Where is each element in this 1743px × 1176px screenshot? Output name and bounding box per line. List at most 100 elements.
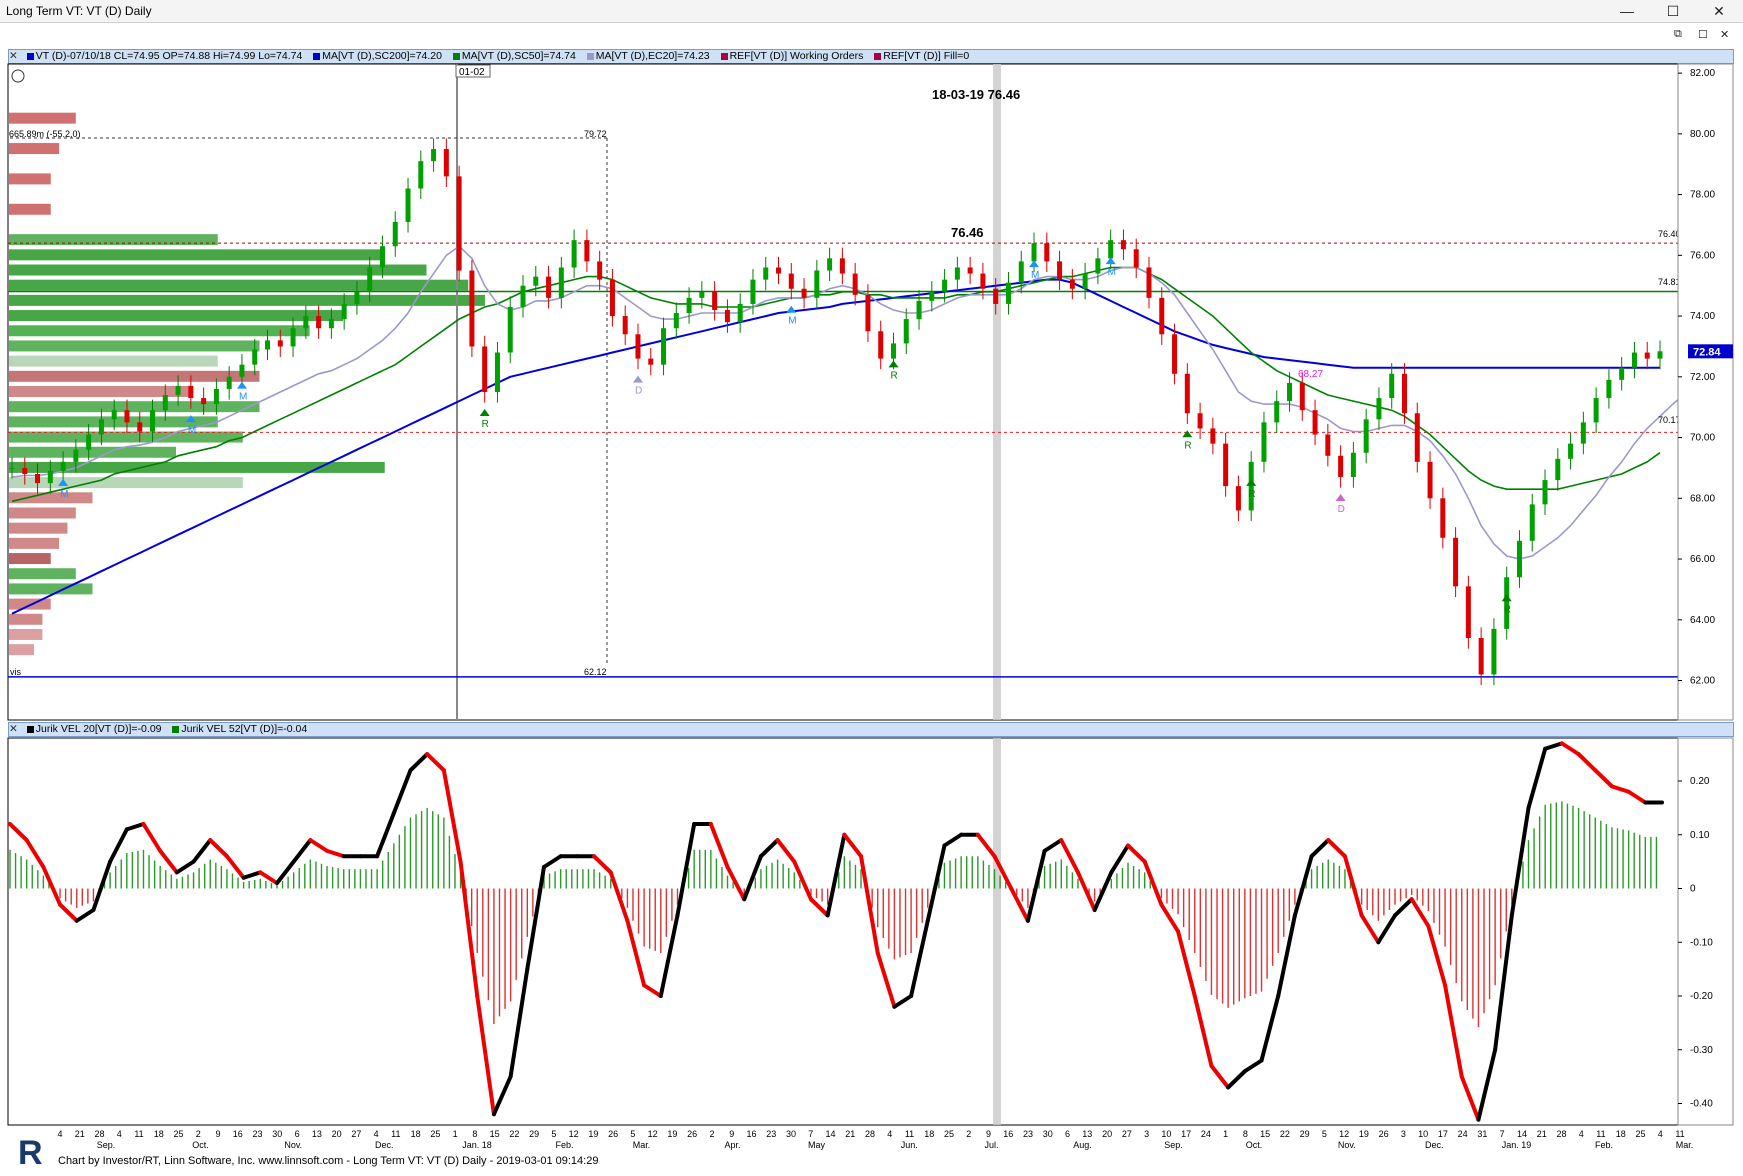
- price-tick-label: 70.00: [1690, 433, 1715, 444]
- vel20-segment: [1609, 784, 1631, 794]
- candle-body: [1018, 261, 1024, 283]
- candle-body: [763, 267, 769, 280]
- candle-body: [852, 273, 858, 295]
- minimize-button[interactable]: —: [1604, 0, 1650, 22]
- volume-profile-bar: [9, 568, 76, 580]
- signal-arrow-icon: [1335, 494, 1346, 502]
- x-day-label: 23: [766, 1129, 776, 1139]
- volume-profile-bar: [9, 143, 60, 155]
- candle-body: [494, 352, 500, 392]
- x-day-label: 14: [1517, 1129, 1527, 1139]
- x-day-label: 15: [1260, 1129, 1270, 1139]
- x-month-label: Feb.: [1595, 1140, 1613, 1150]
- vel20-segment: [859, 854, 880, 955]
- x-day-label: 4: [57, 1129, 62, 1139]
- range-low-label: 62.12: [584, 667, 607, 677]
- legend-item[interactable]: VT (D)-07/10/18 CL=74.95 OP=74.88 Hi=74.…: [26, 50, 307, 62]
- signal-label: R: [1248, 489, 1255, 500]
- indicator-tick-label: 0: [1690, 884, 1696, 895]
- candle-body: [622, 316, 628, 335]
- close-button[interactable]: ✕: [1696, 0, 1742, 22]
- vel20-segment: [41, 865, 63, 907]
- signal-arrow-icon: [786, 305, 797, 313]
- candle-body: [1350, 452, 1356, 478]
- candle-body: [1235, 486, 1241, 511]
- candle-body: [443, 149, 449, 177]
- legend-item[interactable]: REF[VT (D)] Working Orders: [720, 50, 868, 62]
- volume-profile-bar: [9, 461, 385, 473]
- indicator-pane[interactable]: [7, 737, 1679, 1126]
- legend-item[interactable]: MA[VT (D),SC200]=74.20: [313, 50, 446, 62]
- vel20-segment: [1226, 1069, 1247, 1090]
- candle-body: [328, 319, 334, 329]
- pane-tile-icon[interactable]: ⧉: [56, 702, 64, 715]
- x-month-label: Nov.: [1338, 1140, 1356, 1150]
- candle-body: [903, 319, 909, 344]
- x-day-label: 19: [1359, 1129, 1369, 1139]
- volume-profile-bar: [9, 431, 243, 443]
- x-day-label: 13: [312, 1129, 322, 1139]
- close-icon[interactable]: ✕: [9, 50, 18, 62]
- candle-body: [9, 467, 15, 469]
- candle-body: [1657, 351, 1663, 359]
- vel20-segment: [1493, 913, 1514, 1052]
- candle-body: [1095, 258, 1101, 274]
- candle-body: [635, 334, 641, 359]
- vel20-segment: [391, 768, 413, 816]
- volume-profile-bar: [9, 203, 51, 215]
- restore-icon[interactable]: ⧉: [1674, 28, 1682, 41]
- candle-body: [1593, 398, 1599, 423]
- candle-body: [213, 388, 219, 405]
- candle-body: [188, 385, 194, 399]
- vel20-segment: [158, 848, 179, 875]
- indicator-legend-bar: ✕ Jurik VEL 20[VT (D)]=-0.09 Jurik VEL 5…: [8, 722, 1734, 737]
- candle-body: [814, 270, 820, 298]
- candle-body: [1159, 297, 1165, 335]
- candle-body: [1619, 367, 1625, 380]
- legend-item[interactable]: Jurik VEL 52[VT (D)]=-0.04: [172, 723, 311, 735]
- signal-label: D: [635, 386, 642, 397]
- crosshair-tool-icon: [11, 69, 25, 83]
- candle-body: [418, 161, 424, 189]
- chart-svg[interactable]: MMMRDMRM MRRDR18-03-19 76.4676.4601-02665…: [0, 0, 1743, 1176]
- x-day-label: 27: [351, 1129, 361, 1139]
- candle-body: [47, 470, 53, 484]
- candle-body: [1044, 243, 1050, 262]
- vel20-segment: [274, 859, 296, 886]
- legend-item[interactable]: MA[VT (D),SC50]=74.74: [452, 50, 580, 62]
- indicator-tick-label: 0.10: [1690, 830, 1710, 841]
- candle-body: [699, 291, 705, 298]
- legend-item[interactable]: REF[VT (D)] Fill=0: [874, 50, 973, 62]
- signal-label: M: [239, 392, 247, 403]
- price-pane[interactable]: M M M R D M R M M R R D R 18-03-19 76.46 76.46 01-02 665…: [7, 63, 1687, 721]
- vel20-segment: [8, 822, 29, 843]
- legend-item[interactable]: MA[VT (D),EC20]=74.23: [586, 50, 714, 62]
- pane-minimize-icon[interactable]: —: [34, 702, 45, 714]
- vel20-segment: [792, 859, 813, 902]
- x-day-label: 11: [134, 1129, 143, 1139]
- x-day-label: 25: [430, 1129, 440, 1139]
- x-day-label: 5: [630, 1129, 635, 1139]
- highlight-band: [993, 738, 1001, 1125]
- signal-label: M: [1031, 270, 1039, 281]
- signal-arrow-icon: [479, 409, 490, 416]
- candle-body: [124, 410, 130, 423]
- inner-close-button[interactable]: ✕: [1720, 28, 1729, 41]
- inner-maximize-button[interactable]: ☐: [1698, 28, 1708, 41]
- legend-item[interactable]: Jurik VEL 20[VT (D)]=-0.09: [26, 723, 166, 735]
- pane-restore-icon[interactable]: ☐: [12, 702, 22, 715]
- footer-credit: Chart by Investor/RT, Linn Software, Inc…: [58, 1155, 599, 1167]
- vel20-segment: [1409, 897, 1431, 929]
- close-icon[interactable]: ✕: [9, 723, 18, 735]
- volume-profile-bar: [9, 477, 243, 489]
- x-day-label: 16: [1003, 1129, 1013, 1139]
- signal-arrow-icon: [236, 381, 247, 389]
- candle-body: [929, 291, 935, 301]
- maximize-button[interactable]: ☐: [1650, 0, 1696, 22]
- volume-profile-bar: [9, 264, 427, 276]
- candle-body: [1287, 382, 1293, 402]
- signal-arrow-icon: [1105, 257, 1116, 265]
- vel20-segment: [1359, 913, 1381, 945]
- vel20-segment: [1376, 913, 1398, 945]
- x-day-label: 11: [1675, 1129, 1684, 1139]
